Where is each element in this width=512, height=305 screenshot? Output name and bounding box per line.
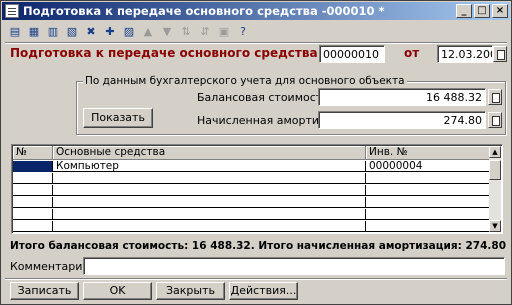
document-icon [5, 4, 19, 18]
calendar-icon[interactable] [493, 46, 507, 62]
down-icon[interactable]: ▼ [159, 24, 175, 40]
date-from-label: от [404, 46, 420, 60]
table-cell[interactable] [53, 221, 366, 232]
table-row[interactable] [13, 221, 491, 232]
column-header-inventory[interactable]: Инв. № [366, 146, 491, 160]
table-cell[interactable] [13, 209, 53, 220]
accounting-group-label: По данным бухгалтерского учета для основ… [83, 75, 407, 87]
toolbar: ▤ ▦ ▥ ▧ ✖ ✚ ▨ ▲ ▼ ⇅ ⇵ ▣? [7, 23, 251, 41]
show-button[interactable]: Показать [83, 108, 153, 128]
table-header: № Основные средства Инв. № [13, 146, 491, 160]
balance-label: Балансовая стоимость: [197, 91, 333, 104]
scroll-up-icon[interactable]: ▲ [489, 146, 501, 158]
actions-button[interactable]: Действия... [229, 282, 298, 300]
table-cell[interactable] [13, 197, 53, 208]
toolbar-divider [5, 42, 507, 44]
table-cell[interactable] [13, 233, 53, 234]
post-icon[interactable]: ✚ [102, 24, 118, 40]
window-controls: _ □ × [456, 4, 508, 18]
edit-icon[interactable]: ▥ [45, 24, 61, 40]
table-cell[interactable] [13, 173, 53, 184]
table-cell[interactable] [13, 161, 53, 172]
table-cell[interactable]: 00000004 [366, 161, 491, 172]
table-cell[interactable] [366, 209, 491, 220]
new-document-icon[interactable]: ▤ [7, 24, 23, 40]
totals-text: Итого балансовая стоимость: 16 488.32. И… [10, 240, 507, 252]
column-header-number[interactable]: № [13, 146, 53, 160]
document-window: Подготовка к передаче основного средства… [0, 0, 512, 305]
calculator-icon[interactable] [488, 89, 502, 105]
comment-label: Комментарий: [10, 260, 94, 273]
help-icon[interactable]: ? [235, 24, 251, 40]
filter-icon[interactable]: ▣ [216, 24, 232, 40]
table-cell[interactable] [53, 197, 366, 208]
delete-icon[interactable]: ▧ [64, 24, 80, 40]
table-row[interactable]: Компьютер 00000004 [13, 161, 491, 172]
table-row[interactable] [13, 173, 491, 184]
sort-desc-icon[interactable]: ⇵ [197, 24, 213, 40]
document-date-field[interactable]: 12.03.2009 [437, 45, 493, 63]
unpost-icon[interactable]: ▨ [121, 24, 137, 40]
scroll-thumb[interactable] [489, 160, 501, 180]
table-row[interactable] [13, 185, 491, 196]
sort-asc-icon[interactable]: ⇅ [178, 24, 194, 40]
comment-input[interactable] [83, 257, 505, 275]
table-row[interactable] [13, 209, 491, 220]
table-cell[interactable] [13, 221, 53, 232]
table-row[interactable] [13, 233, 491, 234]
table-cell[interactable] [366, 197, 491, 208]
table-cell[interactable] [53, 185, 366, 196]
close-button[interactable]: × [492, 4, 508, 18]
table-cell[interactable] [366, 221, 491, 232]
window-title: Подготовка к передаче основного средства… [23, 4, 385, 18]
table-cell[interactable] [366, 173, 491, 184]
table-scrollbar[interactable]: ▲ ▼ [489, 146, 501, 232]
table-cell[interactable] [366, 233, 491, 234]
title-bar[interactable]: Подготовка к передаче основного средства… [2, 2, 510, 20]
copy-icon[interactable]: ▦ [26, 24, 42, 40]
table-cell[interactable] [53, 233, 366, 234]
mark-delete-icon[interactable]: ✖ [83, 24, 99, 40]
ok-button[interactable]: OK [83, 282, 152, 300]
assets-table[interactable]: № Основные средства Инв. № Компьютер 0000… [11, 144, 503, 234]
scroll-down-icon[interactable]: ▼ [489, 220, 501, 232]
footer-divider [5, 278, 507, 280]
up-icon[interactable]: ▲ [140, 24, 156, 40]
column-header-asset[interactable]: Основные средства [53, 146, 366, 160]
table-cell[interactable] [53, 173, 366, 184]
document-number-field[interactable]: 00000010 [319, 45, 385, 63]
table-cell[interactable] [13, 185, 53, 196]
table-cell[interactable] [53, 209, 366, 220]
minimize-button[interactable]: _ [456, 4, 472, 18]
table-cell[interactable] [366, 185, 491, 196]
table-cell[interactable]: Компьютер [53, 161, 366, 172]
calculator-icon[interactable] [488, 112, 502, 128]
maximize-button[interactable]: □ [474, 4, 490, 18]
balance-value-field[interactable]: 16 488.32 [318, 88, 486, 106]
depreciation-value-field[interactable]: 274.80 [318, 111, 486, 129]
document-title-label: Подготовка к передаче основного средства… [10, 46, 337, 60]
close-dialog-button[interactable]: Закрыть [156, 282, 225, 300]
table-row[interactable] [13, 197, 491, 208]
save-button[interactable]: Записать [10, 282, 79, 300]
